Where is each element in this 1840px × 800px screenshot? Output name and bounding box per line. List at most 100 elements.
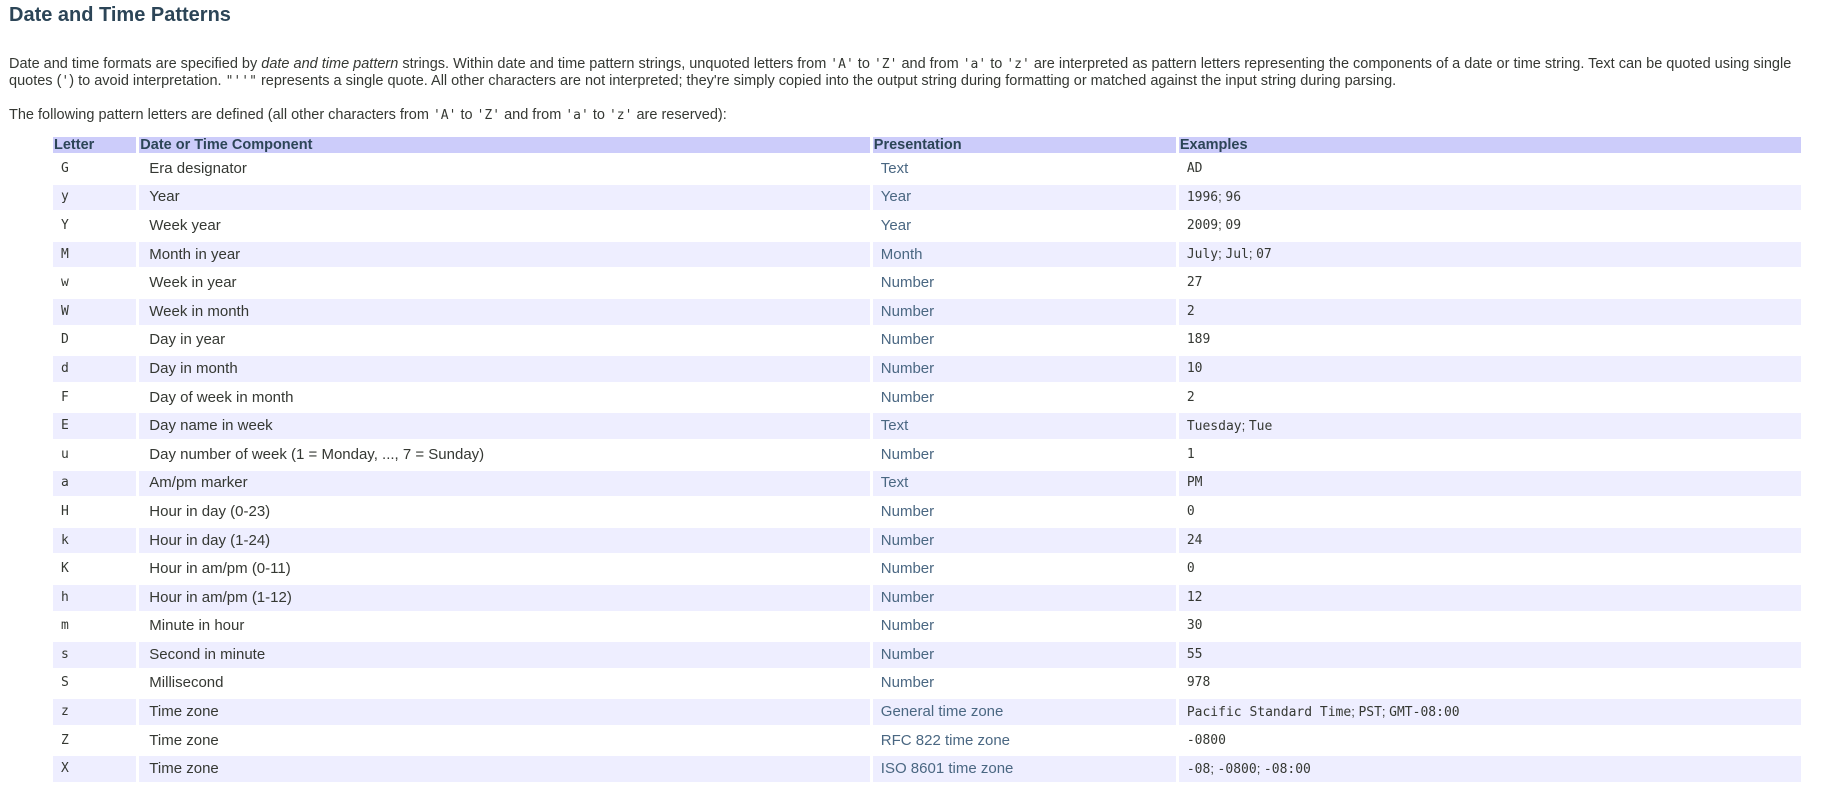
presentation-cell: Year	[872, 213, 1176, 239]
table-row: u Day number of week (1 = Monday, ..., 7 …	[53, 441, 1801, 468]
table-row: d Day in month Number 10	[53, 356, 1801, 382]
example-value: 1	[1186, 446, 1195, 462]
code-literal: "''"	[225, 74, 257, 89]
intro-text: to	[986, 56, 1007, 72]
letter-cell: Y	[53, 213, 137, 239]
component-cell: Day in year	[139, 327, 870, 354]
example-value: PST	[1358, 704, 1382, 720]
defined-paragraph: The following pattern letters are define…	[9, 107, 1831, 124]
letter-cell: z	[53, 699, 137, 725]
presentation-cell: Text	[872, 470, 1176, 497]
intro-text: and from	[897, 56, 963, 72]
letter-cell: Z	[53, 727, 137, 754]
letter-cell: K	[53, 556, 137, 582]
table-row: X Time zone ISO 8601 time zone -08; -0800; …	[53, 756, 1801, 783]
component-cell: Year	[139, 184, 870, 211]
intro-paragraph: Date and time formats are specified by d…	[9, 56, 1831, 90]
letter-cell: h	[53, 584, 137, 611]
letter-cell: X	[53, 756, 137, 783]
component-cell: Am/pm marker	[139, 470, 870, 497]
presentation-cell: Month	[872, 241, 1176, 268]
table-row: S Millisecond Number 978	[53, 670, 1801, 697]
presentation-cell: Number	[872, 670, 1176, 697]
examples-cell: -0800	[1178, 727, 1801, 754]
example-value: July	[1186, 247, 1219, 263]
letter-cell: w	[53, 270, 137, 296]
letter-cell: W	[53, 298, 137, 325]
example-separator: ;	[1210, 760, 1218, 776]
page-title: Date and Time Patterns	[9, 4, 231, 26]
presentation-cell: ISO 8601 time zone	[872, 756, 1176, 783]
letter-cell: d	[53, 356, 137, 382]
component-cell: Time zone	[139, 699, 870, 725]
example-value: AD	[1186, 160, 1203, 176]
examples-cell: 24	[1178, 527, 1801, 554]
intro-text: ) to avoid interpretation.	[69, 73, 226, 89]
column-header-component: Date or Time Component	[139, 137, 870, 153]
table-row: y Year Year 1996; 96	[53, 184, 1801, 211]
code-literal: 'z'	[608, 108, 633, 123]
intro-text: to	[853, 56, 874, 72]
examples-cell: 2009; 09	[1178, 213, 1801, 239]
examples-cell: 189	[1178, 327, 1801, 354]
presentation-cell: General time zone	[872, 699, 1176, 725]
example-value: 2	[1186, 303, 1195, 319]
intro-text: strings. Within date and time pattern st…	[398, 56, 831, 72]
examples-cell: 2	[1178, 298, 1801, 325]
component-cell: Hour in day (0-23)	[139, 499, 870, 525]
example-separator: ;	[1256, 760, 1264, 776]
examples-cell: 30	[1178, 613, 1801, 640]
table-row: z Time zone General time zone Pacific Stand…	[53, 699, 1801, 725]
presentation-cell: Number	[872, 613, 1176, 640]
component-cell: Week year	[139, 213, 870, 239]
component-cell: Hour in am/pm (0-11)	[139, 556, 870, 582]
table-row: F Day of week in month Number 2	[53, 384, 1801, 411]
presentation-cell: Number	[872, 556, 1176, 582]
examples-cell: Pacific Standard Time; PST; GMT-08:00	[1178, 699, 1801, 725]
component-cell: Second in minute	[139, 642, 870, 668]
table-row: a Am/pm marker Text PM	[53, 470, 1801, 497]
presentation-cell: Number	[872, 527, 1176, 554]
table-row: D Day in year Number 189	[53, 327, 1801, 354]
example-value: 978	[1186, 675, 1211, 691]
example-separator: ;	[1241, 417, 1249, 433]
examples-cell: 0	[1178, 499, 1801, 525]
examples-cell: 1996; 96	[1178, 184, 1801, 211]
example-value: Tuesday	[1186, 418, 1242, 434]
example-value: 27	[1186, 275, 1203, 291]
component-cell: Week in month	[139, 298, 870, 325]
code-literal: 'Z'	[476, 108, 501, 123]
examples-cell: 0	[1178, 556, 1801, 582]
code-literal: 'A'	[830, 57, 854, 72]
column-header-examples: Examples	[1178, 137, 1801, 153]
presentation-cell: Number	[872, 298, 1176, 325]
presentation-cell: Number	[872, 270, 1176, 296]
column-header-presentation: Presentation	[872, 137, 1176, 153]
table-row: K Hour in am/pm (0-11) Number 0	[53, 556, 1801, 582]
table-row: M Month in year Month July; Jul; 07	[53, 241, 1801, 268]
examples-cell: 1	[1178, 441, 1801, 468]
letter-cell: u	[53, 441, 137, 468]
component-cell: Millisecond	[139, 670, 870, 697]
component-cell: Day in month	[139, 356, 870, 382]
pattern-letters-table: Letter Date or Time Component Presentati…	[50, 134, 1804, 785]
component-cell: Hour in day (1-24)	[139, 527, 870, 554]
example-value: 55	[1186, 646, 1203, 662]
example-value: Jul	[1225, 247, 1249, 263]
table-row: E Day name in week Text Tuesday; Tue	[53, 413, 1801, 439]
examples-cell: 2	[1178, 384, 1801, 411]
examples-cell: July; Jul; 07	[1178, 241, 1801, 268]
component-cell: Time zone	[139, 727, 870, 754]
defined-text: and from	[500, 107, 566, 123]
letter-cell: E	[53, 413, 137, 439]
example-value: GMT-08:00	[1389, 704, 1460, 720]
component-cell: Era designator	[139, 156, 870, 182]
intro-emphasis: date and time pattern	[261, 56, 399, 72]
component-cell: Day of week in month	[139, 384, 870, 411]
defined-text: to	[588, 107, 609, 123]
presentation-cell: RFC 822 time zone	[872, 727, 1176, 754]
examples-cell: 10	[1178, 356, 1801, 382]
letter-cell: G	[53, 156, 137, 182]
code-literal: 'Z'	[873, 57, 898, 72]
letter-cell: y	[53, 184, 137, 211]
